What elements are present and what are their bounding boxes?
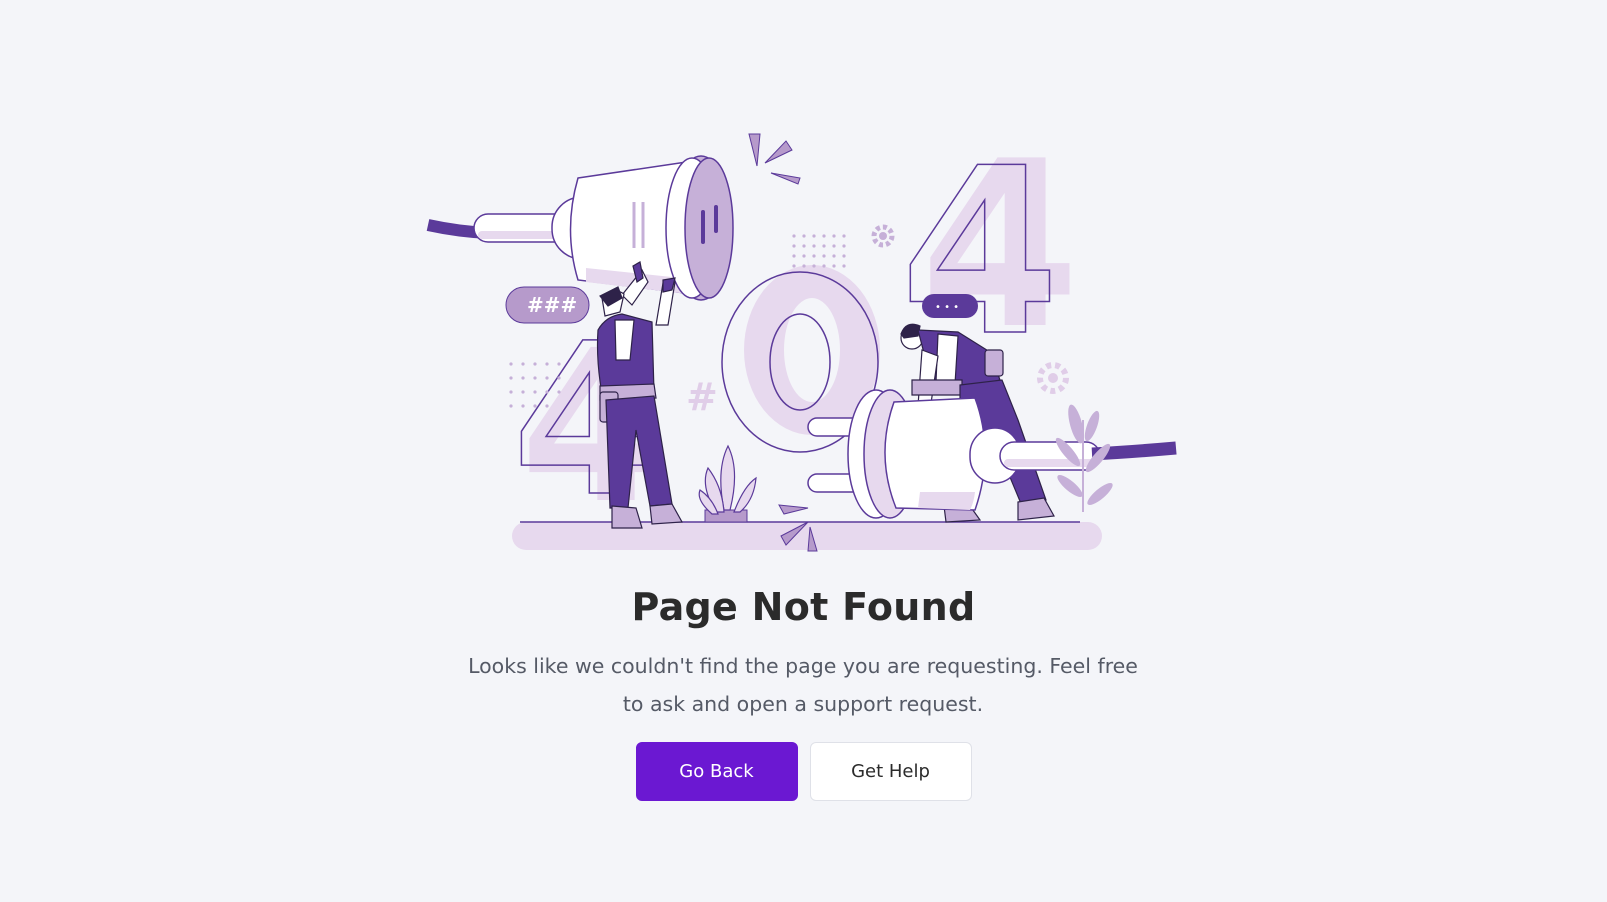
hash-bubble: ### [505, 286, 590, 324]
go-back-button[interactable]: Go Back [635, 742, 798, 801]
plant-pot [698, 444, 757, 523]
get-help-button[interactable]: Get Help [809, 742, 972, 801]
plug-top [473, 155, 734, 301]
hash-sign: # [686, 375, 718, 419]
error-message: Looks like we couldn't find the page you… [468, 654, 1138, 716]
404-illustration: 4 4 4 4 # ### • • • [426, 118, 1177, 552]
page-title: Page Not Found [631, 585, 976, 629]
gear-icon [871, 224, 895, 248]
chat-bubble: • • • [922, 294, 978, 318]
action-buttons: Go Back Get Help [0, 742, 1607, 801]
svg-text:• • •: • • • [935, 302, 959, 313]
svg-text:###: ### [527, 293, 577, 317]
dot-grid-top [792, 234, 846, 268]
not-found-page: 4 4 4 4 # ### • • • Page Not Found Looks… [0, 0, 1607, 902]
